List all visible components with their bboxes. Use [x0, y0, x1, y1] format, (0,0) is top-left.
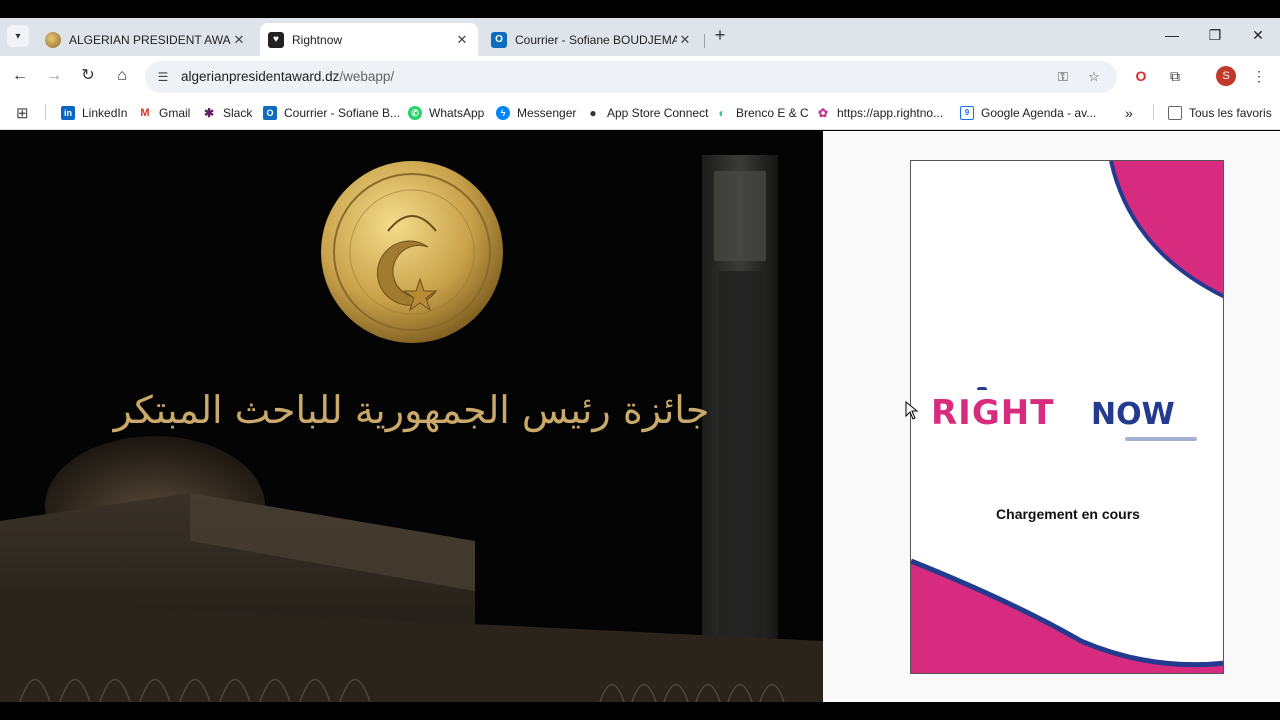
- chevron-down-icon: ▾: [15, 30, 21, 42]
- medal-favicon-icon: [45, 31, 61, 48]
- tab-rightnow[interactable]: ♥ Rightnow ✕: [260, 23, 478, 56]
- apps-icon[interactable]: ⊞: [16, 104, 29, 122]
- bookmark-label: Slack: [223, 106, 253, 120]
- more-menu-icon[interactable]: ⋮: [1249, 66, 1269, 86]
- more-bookmarks-chevron-icon[interactable]: »: [1125, 104, 1133, 122]
- restore-button[interactable]: ❐: [1204, 24, 1226, 46]
- page-content: جائزة رئيس الجمهورية للباحث المبتكر RIGH…: [0, 131, 1280, 702]
- close-icon[interactable]: ✕: [454, 32, 470, 48]
- bookmark-app-store-connect[interactable]: ● App Store Connect: [586, 104, 708, 122]
- all-bookmarks-folder[interactable]: Tous les favoris: [1168, 104, 1272, 122]
- whatsapp-icon: ✆: [408, 106, 422, 120]
- rightnow-icon: ✿: [816, 106, 830, 120]
- mouse-cursor-icon: [905, 401, 919, 420]
- bookmark-label: Gmail: [159, 106, 191, 120]
- logo-underline: [1125, 437, 1197, 441]
- tab-algerian-president-award[interactable]: ALGERIAN PRESIDENT AWARD ✕: [37, 23, 255, 56]
- tab-title: Rightnow: [292, 32, 343, 47]
- address-bar[interactable]: ☰ algerianpresidentaward.dz/webapp/ ⚿ ☆: [145, 61, 1117, 93]
- logo-right-text: RIGHT: [931, 393, 1055, 433]
- bookmark-brenco[interactable]: ◐ Brenco E & C: [715, 104, 809, 122]
- bookmark-label: Messenger: [517, 106, 577, 120]
- outlook-icon: O: [263, 106, 277, 120]
- minimize-button[interactable]: —: [1161, 24, 1183, 46]
- bookmark-label: https://app.rightno...: [837, 106, 944, 120]
- bookmark-courrier[interactable]: O Courrier - Sofiane B...: [263, 104, 400, 122]
- tab-search-button[interactable]: ▾: [7, 25, 29, 47]
- slack-icon: ✱: [202, 106, 216, 120]
- rightnow-loading-screen: RIGHT NOW Chargement en cours: [910, 160, 1224, 674]
- bookmark-label: Brenco E & C: [736, 106, 809, 120]
- url-text[interactable]: algerianpresidentaward.dz/webapp/: [181, 69, 394, 84]
- bookmark-label: WhatsApp: [429, 106, 485, 120]
- algeria-emblem-icon: [321, 161, 503, 343]
- logo-accent: [977, 387, 987, 392]
- messenger-icon: ϟ: [496, 106, 510, 120]
- bookmark-label: LinkedIn: [82, 106, 128, 120]
- hero-banner: جائزة رئيس الجمهورية للباحث المبتكر: [0, 131, 823, 702]
- folder-icon: [1168, 106, 1182, 120]
- key-icon[interactable]: ⚿: [1055, 69, 1071, 85]
- brenco-icon: ◐: [715, 106, 729, 120]
- back-button[interactable]: ←: [9, 65, 31, 87]
- outlook-favicon-icon: O: [491, 31, 507, 48]
- close-window-button[interactable]: ✕: [1247, 24, 1269, 46]
- apple-icon: ●: [586, 106, 600, 120]
- url-host: algerianpresidentaward.dz: [181, 69, 340, 84]
- home-button[interactable]: ⌂: [111, 65, 133, 87]
- top-black-bar: [0, 0, 1280, 18]
- tab-title: ALGERIAN PRESIDENT AWARD: [69, 32, 231, 47]
- browser-toolbar: ← → ↻ ⌂ ☰ algerianpresidentaward.dz/weba…: [0, 56, 1280, 96]
- close-icon[interactable]: ✕: [231, 32, 247, 48]
- extensions-icon[interactable]: ⧉: [1165, 66, 1185, 86]
- bookmark-messenger[interactable]: ϟ Messenger: [496, 104, 576, 122]
- bookmarks-bar: ⊞ in LinkedIn M Gmail ✱ Slack O Courrier…: [0, 96, 1280, 130]
- bookmark-label: App Store Connect: [607, 106, 709, 120]
- tab-courrier[interactable]: O Courrier - Sofiane BOUDJEMA - ✕: [483, 23, 701, 56]
- star-icon[interactable]: ☆: [1086, 69, 1102, 85]
- calendar-icon: 9: [960, 106, 974, 120]
- bookmark-separator: [1153, 104, 1154, 120]
- linkedin-icon: in: [61, 106, 75, 120]
- gmail-icon: M: [138, 106, 152, 120]
- bookmark-rightnow-app[interactable]: ✿ https://app.rightno...: [816, 104, 943, 122]
- bookmark-gmail[interactable]: M Gmail: [138, 104, 190, 122]
- profile-avatar[interactable]: S: [1216, 66, 1236, 86]
- site-info-icon[interactable]: ☰: [155, 69, 171, 85]
- forward-button[interactable]: →: [43, 65, 65, 87]
- logo-now-text: NOW: [1091, 397, 1175, 432]
- tab-title: Courrier - Sofiane BOUDJEMA -: [515, 32, 677, 47]
- bottom-black-bar: [0, 702, 1280, 720]
- bookmark-google-agenda[interactable]: 9 Google Agenda - av...: [960, 104, 1096, 122]
- bookmark-slack[interactable]: ✱ Slack: [202, 104, 252, 122]
- bookmark-label: Tous les favoris: [1189, 106, 1272, 120]
- heart-favicon-icon: ♥: [268, 31, 284, 48]
- new-tab-button[interactable]: +: [709, 24, 731, 46]
- bookmark-label: Google Agenda - av...: [981, 106, 1097, 120]
- opera-extension-icon[interactable]: O: [1131, 66, 1151, 86]
- close-icon[interactable]: ✕: [677, 32, 693, 48]
- hero-title: جائزة رئيس الجمهورية للباحث المبتكر: [113, 388, 710, 432]
- bookmark-whatsapp[interactable]: ✆ WhatsApp: [408, 104, 484, 122]
- tab-strip: ▾ ALGERIAN PRESIDENT AWARD ✕ ♥ Rightnow …: [0, 18, 1280, 56]
- bookmark-linkedin[interactable]: in LinkedIn: [61, 104, 127, 122]
- bookmark-label: Courrier - Sofiane B...: [284, 106, 401, 120]
- loading-text: Chargement en cours: [996, 506, 1140, 522]
- tab-separator: [704, 34, 705, 48]
- bookmark-separator: [45, 104, 46, 120]
- reload-button[interactable]: ↻: [77, 65, 99, 87]
- url-path: /webapp/: [339, 69, 395, 84]
